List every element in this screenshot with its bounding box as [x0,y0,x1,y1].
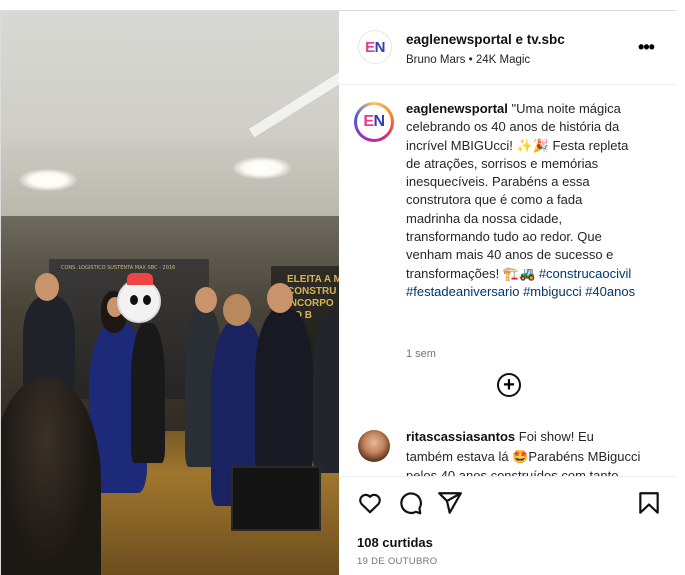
bookmark-icon[interactable] [636,490,662,516]
more-options-icon[interactable]: ••• [636,37,656,57]
caption-text: "Uma noite mágica celebrando os 40 anos … [406,101,629,281]
post-frame: CONS. LOGISTICO SUSTENTA MAX SBC - 2016 … [0,10,676,575]
mascot-body [131,323,165,463]
likes-count[interactable]: 108 curtidas [357,535,433,550]
ceiling-light [233,157,291,179]
stage-speaker [231,466,321,531]
account-name[interactable]: eaglenewsportal e tv.sbc [406,32,565,47]
action-bar: 108 curtidas 19 DE OUTUBRO [340,476,676,575]
caption-body: eaglenewsportal "Uma noite mágica celebr… [406,100,636,301]
post-media[interactable]: CONS. LOGISTICO SUSTENTA MAX SBC - 2016 … [1,11,339,575]
mascot-hat [127,273,153,285]
account-avatar[interactable]: EN [358,30,392,64]
heart-icon[interactable] [357,490,383,516]
caption-avatar[interactable]: EN [354,102,394,142]
person-head [267,283,293,313]
caption-username[interactable]: eaglenewsportal [406,101,508,116]
load-more-comments-icon[interactable]: + [497,373,521,397]
ceiling-light [19,169,77,191]
comments-section: EN eaglenewsportal "Uma noite mágica cel… [340,86,676,476]
person-head [223,294,251,326]
person-suit [255,309,313,474]
en-logo: EN [357,105,391,139]
person-head [195,287,217,313]
comment-body: ritascassiasantos Foi show! Eu também es… [406,427,641,476]
share-icon[interactable] [437,490,463,516]
mascot [117,273,161,323]
banner-small-text: CONS. LOGISTICO SUSTENTA MAX SBC - 2016 [61,265,176,271]
person-suit [313,313,339,473]
mascot-eye [130,295,138,305]
mascot-eye [143,295,151,305]
person-head [35,273,59,301]
comment-icon[interactable] [397,490,423,516]
caption-time: 1 sem [406,348,436,360]
en-logo: EN [365,38,385,56]
commenter-avatar[interactable] [358,430,390,462]
post-header: EN eaglenewsportal e tv.sbc Bruno Mars •… [340,11,676,85]
comment-username[interactable]: ritascassiasantos [406,429,515,444]
post-date: 19 DE OUTUBRO [357,556,438,567]
post-panel: EN eaglenewsportal e tv.sbc Bruno Mars •… [340,11,676,575]
audio-track[interactable]: Bruno Mars • 24K Magic [406,54,530,66]
